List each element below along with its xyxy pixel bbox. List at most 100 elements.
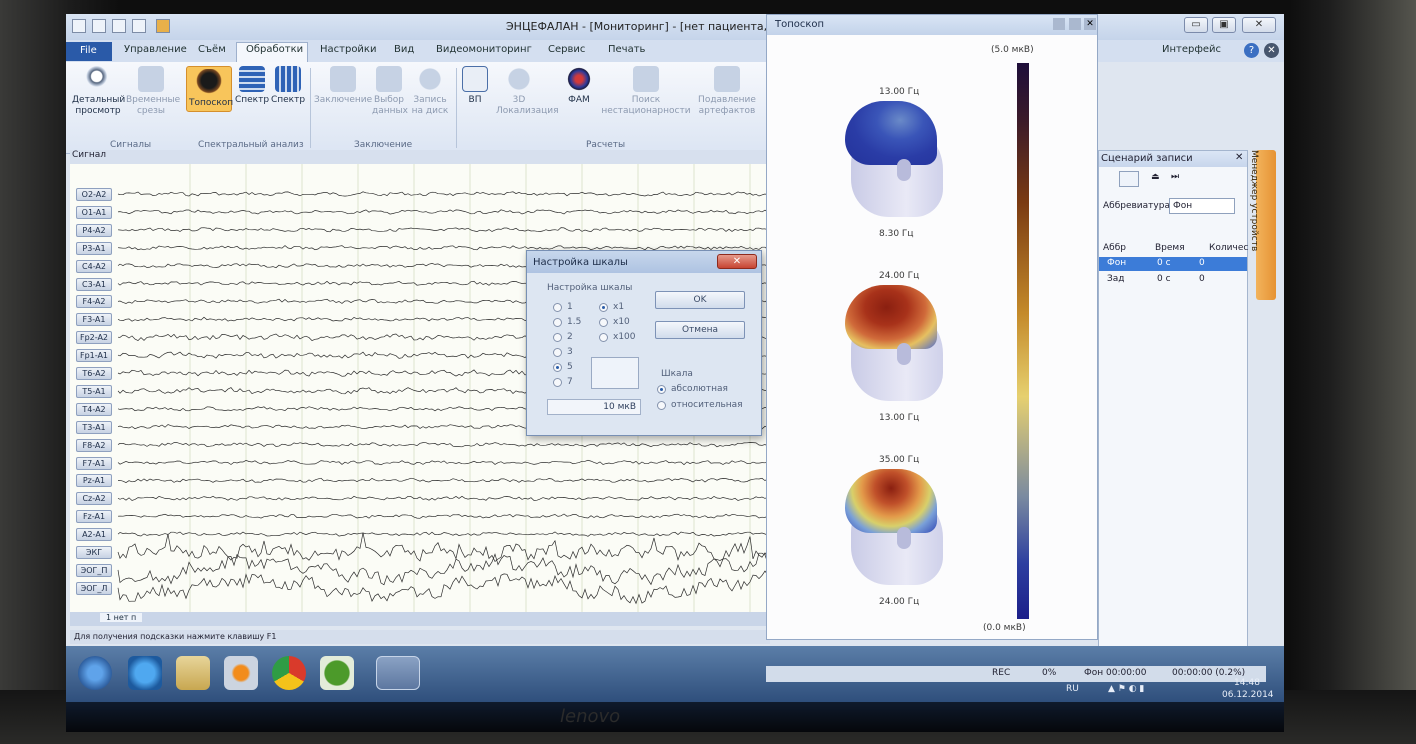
open-icon[interactable] bbox=[112, 19, 126, 33]
toposcope-pin-icon[interactable] bbox=[1069, 18, 1081, 30]
channel-label[interactable]: P4-A2 bbox=[76, 223, 112, 237]
toposcope-button[interactable]: Топоскоп bbox=[186, 66, 233, 112]
ie-icon[interactable] bbox=[128, 656, 162, 690]
channel-label[interactable]: F4-A2 bbox=[76, 295, 112, 309]
channel-label[interactable]: T5-A1 bbox=[76, 384, 112, 398]
localization-3d-button[interactable]: 3D Локализация bbox=[496, 66, 559, 117]
head-map[interactable] bbox=[845, 101, 949, 225]
toposcope-window: Топоскоп ✕ (5.0 мкВ) (0.0 мкВ) 13.00 Гц 8… bbox=[766, 14, 1098, 640]
detail-view-button[interactable]: Детальный просмотр bbox=[72, 66, 125, 117]
channel-label[interactable]: F7-A1 bbox=[76, 456, 112, 470]
channel-label[interactable]: O2-A2 bbox=[76, 188, 112, 201]
channel-label[interactable]: Fp2-A2 bbox=[76, 331, 112, 345]
explorer-icon[interactable] bbox=[176, 656, 210, 690]
clock-date[interactable]: 06.12.2014 bbox=[1222, 690, 1274, 700]
skip-icon[interactable]: ⏭ bbox=[1171, 172, 1179, 182]
nonstationarity-button[interactable]: Поиск нестационарности bbox=[600, 66, 692, 117]
maximize-button[interactable]: ▣ bbox=[1212, 17, 1236, 33]
close-button[interactable]: ✕ bbox=[1242, 17, 1276, 33]
tray-icons[interactable]: ▲ ⚑ ◐ ▮ bbox=[1108, 684, 1144, 694]
app-icon[interactable] bbox=[72, 19, 86, 33]
tab-nastroiki[interactable]: Настройки bbox=[320, 44, 376, 55]
media-player-icon[interactable] bbox=[224, 656, 258, 690]
close-doc-icon[interactable]: ✕ bbox=[1264, 43, 1279, 58]
multiplier-radio[interactable] bbox=[599, 318, 608, 327]
tab-videomonitoring[interactable]: Видеомониторинг bbox=[436, 44, 532, 55]
amplitude-field[interactable]: 10 мкВ bbox=[547, 399, 641, 415]
fam-button[interactable]: ФАМ bbox=[562, 66, 596, 106]
abbr-select[interactable]: Фон bbox=[1169, 198, 1235, 214]
scale-value-radio[interactable] bbox=[553, 363, 562, 372]
channel-label[interactable]: F8-A2 bbox=[76, 438, 112, 452]
scenario-tool-icon[interactable] bbox=[1119, 171, 1139, 187]
device-manager-tab[interactable]: Менеджер устройств bbox=[1249, 150, 1276, 300]
scale-value-radio[interactable] bbox=[553, 378, 562, 387]
channel-label[interactable]: T3-A1 bbox=[76, 420, 112, 434]
dialog-close-button[interactable]: ✕ bbox=[717, 254, 757, 269]
ep-button[interactable]: ВП bbox=[460, 66, 490, 106]
artifact-suppression-button[interactable]: Подавление артефактов bbox=[692, 66, 762, 117]
ok-button[interactable]: OK bbox=[655, 291, 745, 309]
tab-pechat[interactable]: Печать bbox=[608, 44, 645, 55]
tab-vid[interactable]: Вид bbox=[394, 44, 414, 55]
multiplier-radio[interactable] bbox=[599, 333, 608, 342]
channel-label[interactable]: Fz-A1 bbox=[76, 510, 112, 524]
absolute-radio[interactable] bbox=[657, 385, 666, 394]
channel-label[interactable]: T4-A2 bbox=[76, 402, 112, 416]
chrome-icon[interactable] bbox=[272, 656, 306, 690]
eject-icon[interactable]: ⏏ bbox=[1151, 172, 1160, 182]
channel-label[interactable]: Pz-A1 bbox=[76, 474, 112, 488]
scale-value-radio[interactable] bbox=[553, 348, 562, 357]
channel-label[interactable]: F3-A1 bbox=[76, 313, 112, 327]
scale-value-radio[interactable] bbox=[553, 303, 562, 312]
utorrent-icon[interactable] bbox=[320, 656, 354, 690]
time-slices-button[interactable]: Временные срезы bbox=[126, 66, 180, 117]
toposcope-close-icon[interactable]: ✕ bbox=[1084, 18, 1096, 30]
channel-label[interactable]: P3-A1 bbox=[76, 241, 112, 255]
channel-label[interactable]: C4-A2 bbox=[76, 259, 112, 273]
file-menu[interactable]: File bbox=[66, 42, 112, 61]
head-map[interactable] bbox=[845, 285, 949, 409]
tab-upravlenie[interactable]: Управление bbox=[124, 44, 187, 55]
tab-sem[interactable]: Съём bbox=[198, 44, 226, 55]
spectrum-button-2[interactable]: Спектр bbox=[270, 66, 306, 106]
write-disk-button[interactable]: Запись на диск bbox=[410, 66, 450, 117]
tab-servis[interactable]: Сервис bbox=[548, 44, 585, 55]
spectrum-button-1[interactable]: Спектр bbox=[234, 66, 270, 106]
scenario-close-icon[interactable]: ✕ bbox=[1235, 152, 1243, 163]
signal-tab[interactable]: 1 нет п bbox=[100, 613, 143, 622]
undo-icon[interactable] bbox=[132, 19, 146, 33]
select-data-button[interactable]: Выбор данных bbox=[372, 66, 408, 117]
conclusion-button[interactable]: Заключение bbox=[314, 66, 372, 106]
toposcope-menu-icon[interactable] bbox=[1053, 18, 1065, 30]
scale-value-radio[interactable] bbox=[553, 318, 562, 327]
interface-menu[interactable]: Интерфейс bbox=[1162, 44, 1221, 55]
table-row[interactable]: Зад 0 с 0 bbox=[1099, 273, 1247, 287]
start-icon[interactable] bbox=[78, 656, 112, 690]
tab-obrabotki[interactable]: Обработки bbox=[246, 44, 303, 55]
channel-label[interactable]: O1-A1 bbox=[76, 205, 112, 219]
channel-label[interactable]: Fp1-A1 bbox=[76, 349, 112, 363]
channel-label[interactable]: A2-A1 bbox=[76, 528, 112, 542]
channel-label[interactable]: Cz-A2 bbox=[76, 492, 112, 506]
relative-radio[interactable] bbox=[657, 401, 666, 410]
minimize-button[interactable]: ▭ bbox=[1184, 17, 1208, 33]
quick-access-icon[interactable] bbox=[156, 19, 170, 33]
clock-time[interactable]: 14:48 bbox=[1234, 678, 1260, 688]
head-map[interactable] bbox=[845, 469, 949, 593]
scale-value-radio[interactable] bbox=[553, 333, 562, 342]
channel-label[interactable]: ЭКГ bbox=[76, 546, 112, 559]
channel-label[interactable]: ЭОГ_П bbox=[76, 563, 112, 577]
help-icon[interactable]: ? bbox=[1244, 43, 1259, 58]
encephalan-task-icon[interactable] bbox=[376, 656, 420, 690]
multiplier-radio[interactable] bbox=[599, 303, 608, 312]
table-row[interactable]: Фон 0 с 0 bbox=[1099, 257, 1247, 271]
channel-label[interactable]: T6-A2 bbox=[76, 367, 112, 380]
cancel-button[interactable]: Отмена bbox=[655, 321, 745, 339]
channel-label[interactable]: ЭОГ_Л bbox=[76, 581, 112, 595]
scale-value-label: 2 bbox=[567, 332, 573, 342]
save-icon[interactable] bbox=[92, 19, 106, 33]
row-count: 0 bbox=[1199, 274, 1205, 284]
channel-label[interactable]: C3-A1 bbox=[76, 277, 112, 291]
language-indicator[interactable]: RU bbox=[1066, 684, 1079, 694]
